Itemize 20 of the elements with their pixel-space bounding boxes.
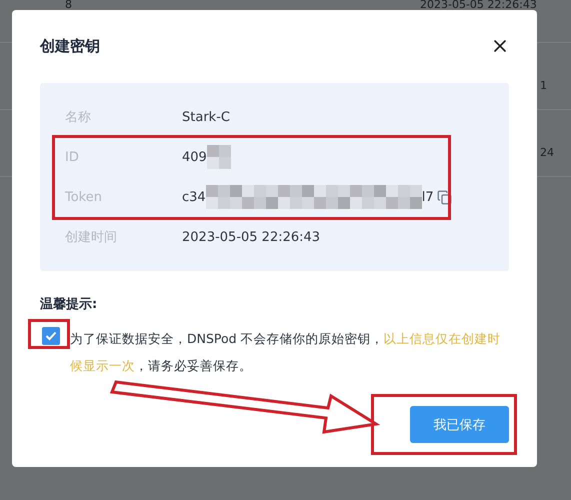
checkbox[interactable]: [42, 327, 60, 345]
dialog-title: 创建密钥: [40, 36, 100, 56]
field-label: 名称: [65, 109, 92, 126]
notice-text: 为了保证数据安全，DNSPod 不会存储你的原始密钥，以上信息仅在创建时候显示一次，请务必妥善保存。: [70, 330, 502, 375]
check-icon: [45, 331, 57, 341]
table-cell: 2023-05-05 22:26:43: [420, 0, 537, 10]
field-label: Token: [65, 190, 103, 204]
save-button[interactable]: 我已保存: [410, 406, 509, 443]
field-value: 409: [182, 150, 207, 164]
field-label: ID: [65, 150, 80, 164]
field-label: 创建时间: [65, 229, 118, 246]
field-value: Stark-C: [182, 110, 230, 124]
field-value: 2023-05-05 22:26:43: [182, 230, 320, 244]
field-value: l7: [422, 190, 434, 204]
table-cell: 1: [540, 81, 547, 91]
field-value: c34: [182, 190, 206, 204]
table-cell: 8: [65, 0, 72, 10]
tip-title: 温馨提示:: [40, 296, 98, 313]
copy-icon[interactable]: [436, 190, 452, 204]
table-cell: 24: [540, 148, 554, 158]
